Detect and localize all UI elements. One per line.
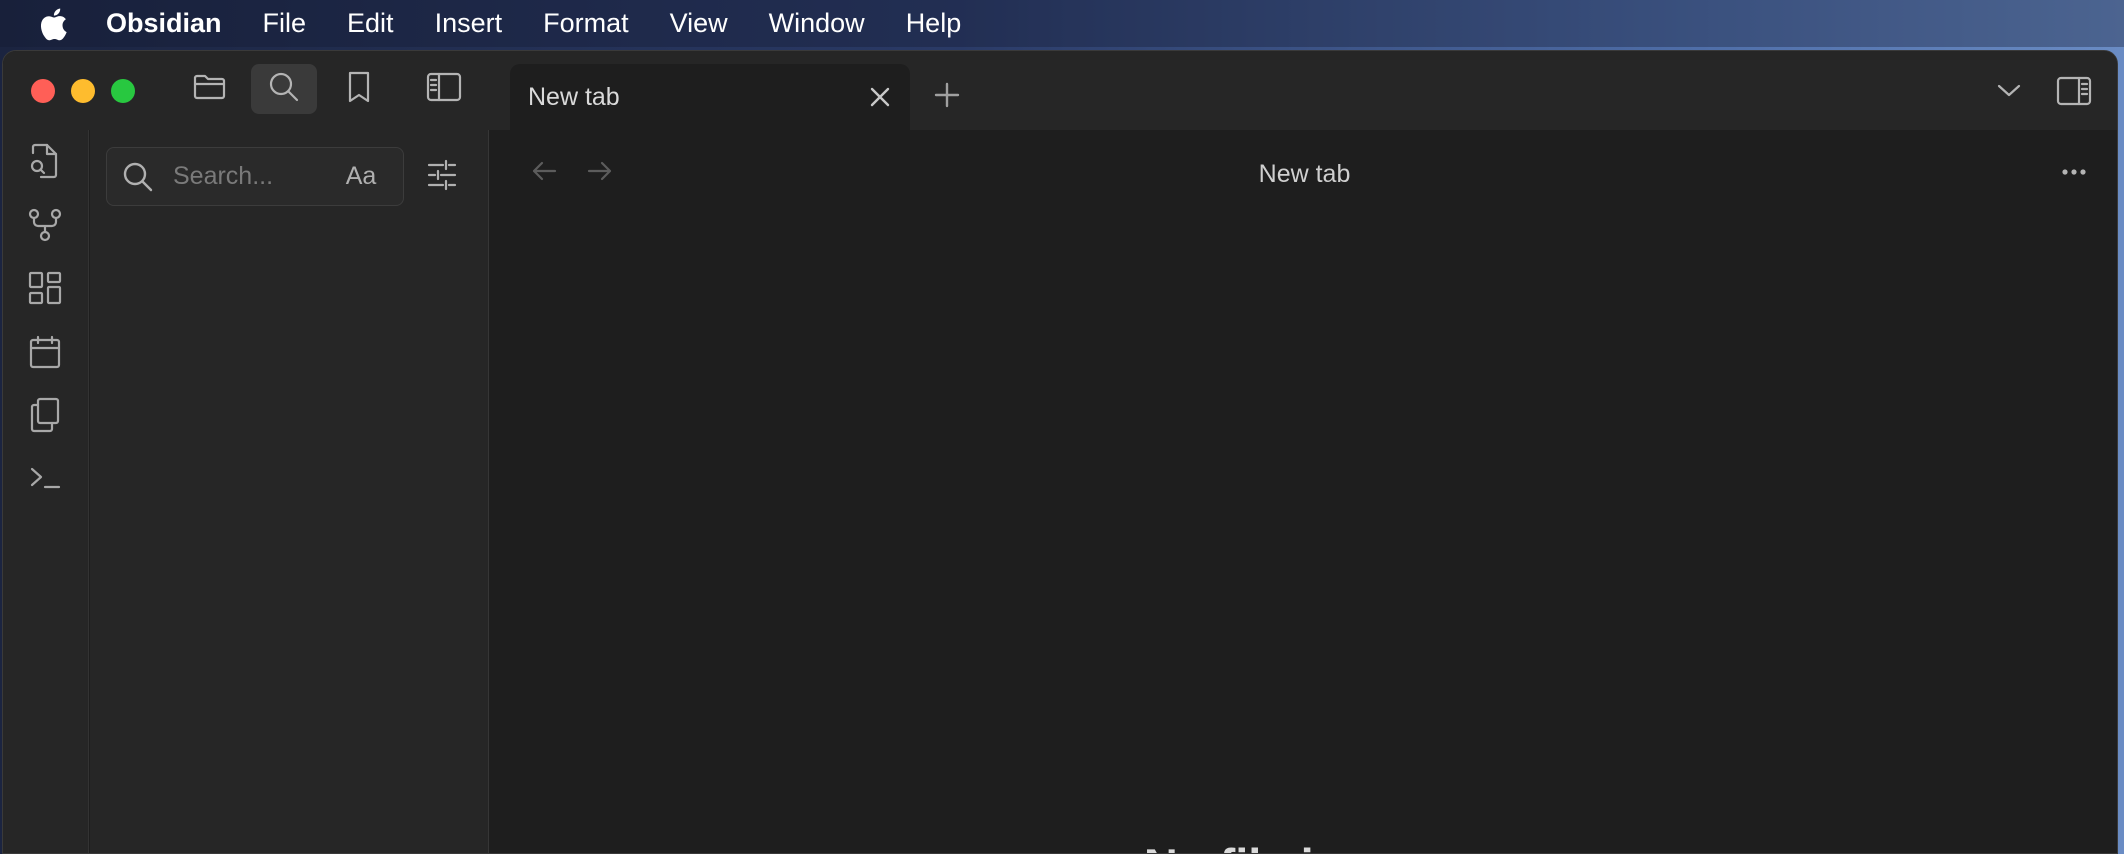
copy-icon (29, 397, 61, 438)
main-view: New tab No file is open (490, 130, 2117, 853)
close-icon[interactable] (860, 77, 900, 117)
sidebar-toggle-icon (426, 72, 462, 107)
new-tab-button[interactable] (925, 75, 969, 119)
more-horizontal-icon (2061, 163, 2087, 181)
tab-label: New tab (528, 82, 620, 111)
menu-insert[interactable]: Insert (435, 8, 503, 39)
graph-view-button[interactable] (22, 204, 68, 250)
chevron-down-icon (1996, 83, 2022, 104)
folder-icon (193, 72, 227, 107)
zoom-window-button[interactable] (111, 79, 135, 103)
canvas-button[interactable] (22, 267, 68, 313)
apple-icon[interactable] (38, 7, 72, 41)
more-options-button[interactable] (2051, 152, 2097, 192)
search-button[interactable] (251, 64, 317, 114)
bookmark-icon (345, 70, 373, 109)
toggle-right-sidebar-button[interactable] (2049, 71, 2099, 115)
view-header-title: New tab (490, 160, 2117, 189)
sliders-icon (426, 159, 458, 196)
calendar-icon (28, 335, 62, 374)
templates-button[interactable] (22, 394, 68, 440)
command-palette-button[interactable] (22, 457, 68, 503)
search-icon (121, 160, 155, 194)
menu-app-name[interactable]: Obsidian (106, 8, 222, 39)
app-window: New tab Search... Aa New tab (2, 50, 2118, 854)
search-settings-button[interactable] (422, 157, 462, 197)
canvas-icon (28, 271, 62, 310)
view-title-text[interactable]: New tab (1259, 160, 1351, 188)
menu-view[interactable]: View (670, 8, 728, 39)
minimize-window-button[interactable] (71, 79, 95, 103)
daily-note-button[interactable] (22, 331, 68, 377)
system-menu-bar: Obsidian File Edit Insert Format View Wi… (0, 0, 2124, 47)
right-sidebar-toggle-icon (2056, 76, 2092, 111)
plus-icon (934, 82, 960, 113)
file-search-icon (29, 143, 61, 184)
tab-list-button[interactable] (1984, 71, 2034, 115)
menu-edit[interactable]: Edit (347, 8, 394, 39)
search-pane: Aa (90, 130, 489, 853)
menu-format[interactable]: Format (543, 8, 629, 39)
search-icon (267, 70, 301, 109)
bookmarks-button[interactable] (326, 64, 392, 114)
tab-new-tab[interactable]: New tab (510, 64, 910, 130)
close-window-button[interactable] (31, 79, 55, 103)
file-explorer-button[interactable] (177, 64, 243, 114)
match-case-toggle[interactable]: Aa (341, 162, 381, 191)
quick-switcher-button[interactable] (22, 140, 68, 186)
terminal-icon (28, 463, 62, 498)
search-box[interactable]: Aa (106, 147, 404, 206)
empty-state-title: No file is open (490, 838, 2117, 853)
menu-window[interactable]: Window (769, 8, 865, 39)
menu-file[interactable]: File (263, 8, 307, 39)
left-ribbon (3, 130, 89, 853)
title-bar: New tab (3, 51, 2117, 130)
toggle-left-sidebar-button[interactable] (411, 64, 477, 114)
search-input[interactable] (173, 162, 333, 191)
menu-help[interactable]: Help (906, 8, 962, 39)
graph-icon (28, 208, 62, 247)
